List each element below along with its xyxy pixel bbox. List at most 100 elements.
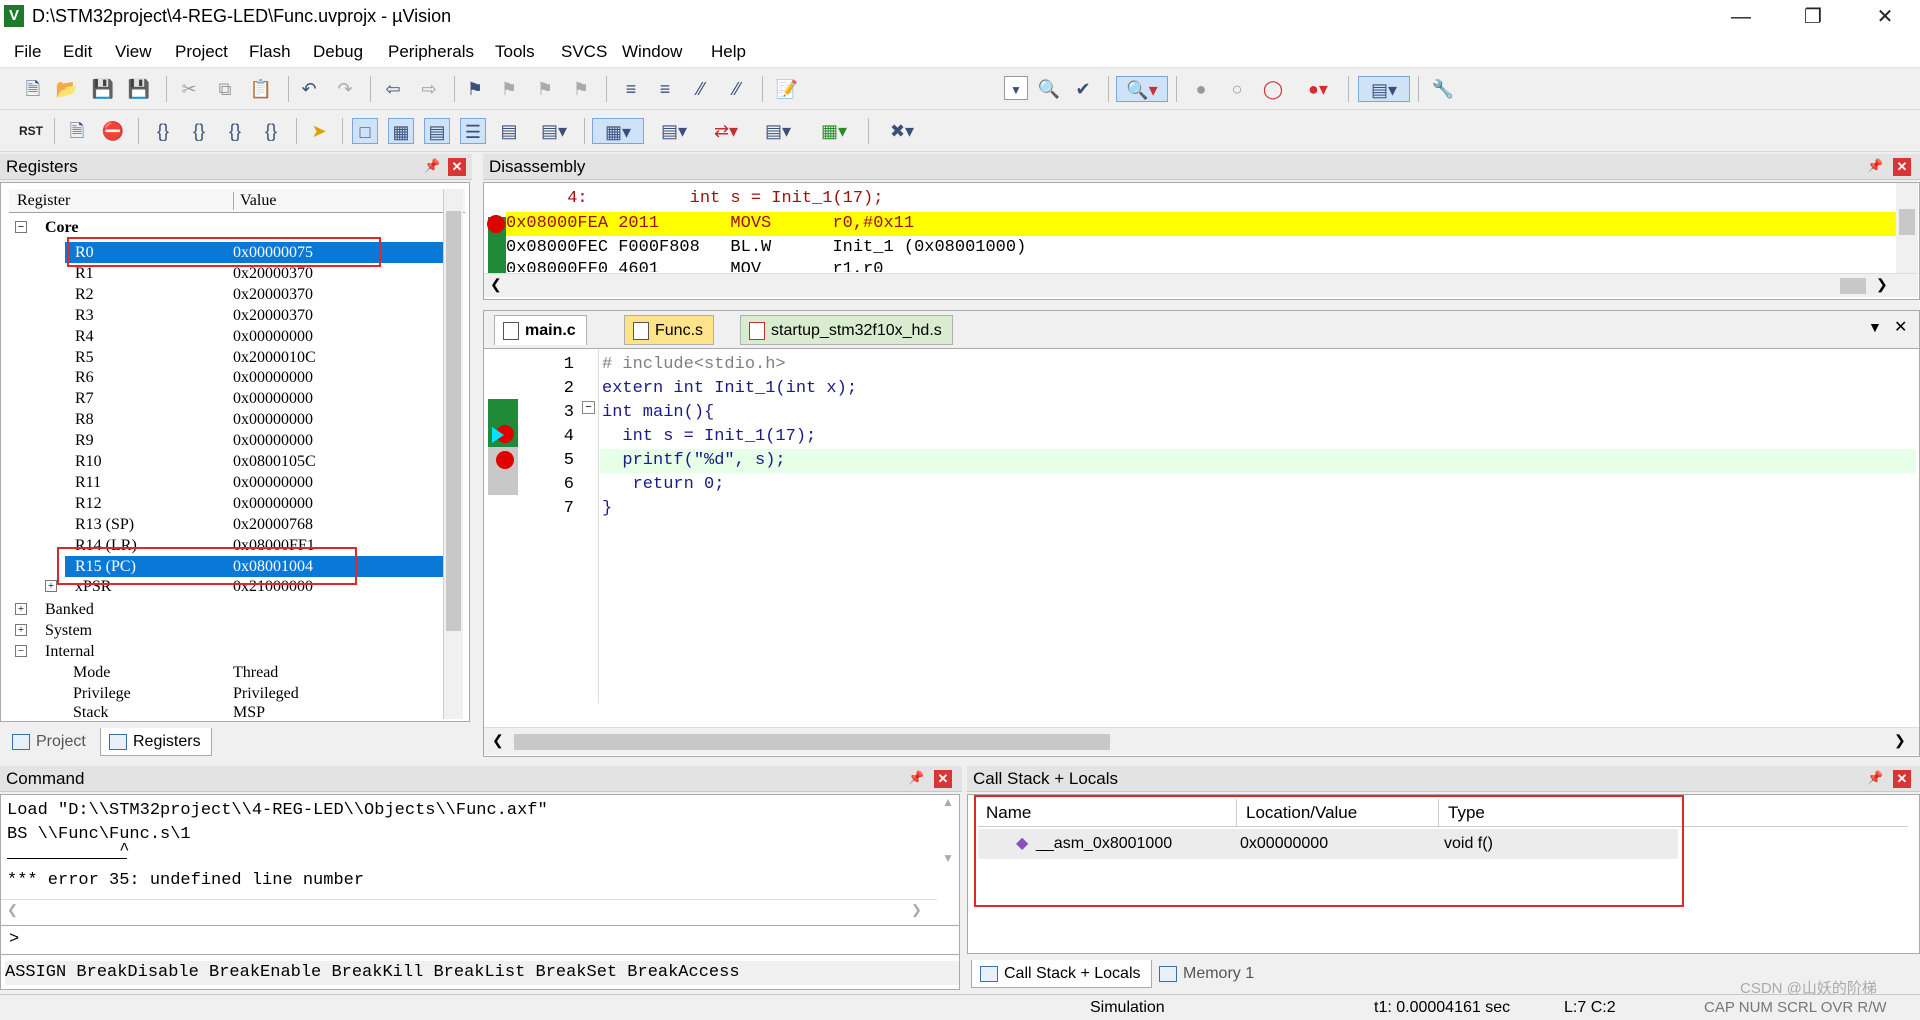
command-vscroll[interactable]: ▲ ▼ bbox=[937, 795, 959, 899]
menu-edit[interactable]: Edit bbox=[63, 42, 92, 62]
breakpoint-icon[interactable] bbox=[487, 215, 505, 233]
save-all-icon[interactable]: 💾 bbox=[126, 76, 152, 102]
close-panel-icon[interactable]: ✕ bbox=[1893, 770, 1911, 788]
group-banked[interactable]: + Banked bbox=[9, 599, 443, 620]
register-row-r7[interactable]: R7 0x00000000 bbox=[65, 388, 443, 409]
breakpoint-enable-icon[interactable]: ○ bbox=[1224, 76, 1250, 102]
indent-icon[interactable]: ≡ bbox=[618, 76, 644, 102]
minimize-icon[interactable]: — bbox=[1712, 0, 1770, 34]
tab-main-c[interactable]: main.c bbox=[494, 315, 587, 345]
menu-peripherals[interactable]: Peripherals bbox=[388, 42, 474, 62]
collapse-icon[interactable]: − bbox=[15, 645, 27, 657]
tab-callstack[interactable]: Call Stack + Locals bbox=[971, 960, 1152, 988]
window-layout-icon[interactable]: ▤▾ bbox=[1358, 76, 1410, 102]
redo-icon[interactable]: ↷ bbox=[332, 76, 358, 102]
register-row-r4[interactable]: R4 0x00000000 bbox=[65, 326, 443, 347]
command-hscroll[interactable]: ❮ ❯ bbox=[1, 899, 937, 921]
pin-icon[interactable]: 📌 bbox=[1867, 158, 1883, 174]
menu-help[interactable]: Help bbox=[711, 42, 746, 62]
call-stack-window-icon[interactable]: ▤ bbox=[496, 118, 522, 144]
registers-window-icon[interactable]: ☰ bbox=[460, 118, 486, 144]
disasm-vscroll[interactable] bbox=[1896, 183, 1918, 273]
register-row-r8[interactable]: R8 0x00000000 bbox=[65, 409, 443, 430]
menu-project[interactable]: Project bbox=[175, 42, 228, 62]
undo-icon[interactable]: ↶ bbox=[296, 76, 322, 102]
dropdown-icon[interactable]: ▼ bbox=[1004, 76, 1028, 100]
register-row-r11[interactable]: R11 0x00000000 bbox=[65, 472, 443, 493]
register-row-r2[interactable]: R2 0x20000370 bbox=[65, 284, 443, 305]
step-into-icon[interactable]: {} bbox=[150, 118, 176, 144]
code-line[interactable]: } bbox=[602, 497, 612, 521]
step-out-icon[interactable]: {} bbox=[222, 118, 248, 144]
close-panel-icon[interactable]: ✕ bbox=[1893, 158, 1911, 176]
asm-line[interactable]: 0x08000FEA 2011 MOVS r0,#0x11 bbox=[506, 212, 914, 236]
register-row[interactable]: Privilege Privileged bbox=[9, 683, 443, 704]
trace-windows-icon[interactable]: ▤▾ bbox=[756, 118, 800, 144]
register-row-r3[interactable]: R3 0x20000370 bbox=[65, 305, 443, 326]
system-viewer-icon[interactable]: ▦▾ bbox=[812, 118, 856, 144]
disassembly-window-icon[interactable]: ▦ bbox=[388, 118, 414, 144]
breakpoint-icon[interactable] bbox=[496, 451, 514, 469]
bookmark-prev-icon[interactable]: ⚑ bbox=[496, 76, 522, 102]
menu-window[interactable]: Window bbox=[622, 42, 682, 62]
tab-memory[interactable]: Memory 1 bbox=[1151, 960, 1264, 988]
code-line[interactable]: int s = Init_1(17); bbox=[602, 425, 816, 449]
group-system[interactable]: + System bbox=[9, 620, 443, 641]
register-row-r6[interactable]: R6 0x00000000 bbox=[65, 367, 443, 388]
register-row-r13[interactable]: R13 (SP) 0x20000768 bbox=[65, 514, 443, 535]
command-window-icon[interactable]: □ bbox=[352, 118, 378, 144]
reset-icon[interactable]: RST bbox=[18, 118, 44, 144]
serial-windows-icon[interactable]: ▤▾ bbox=[652, 118, 696, 144]
menu-view[interactable]: View bbox=[115, 42, 152, 62]
menu-flash[interactable]: Flash bbox=[249, 42, 291, 62]
breakpoint-insert-icon[interactable]: ● bbox=[1188, 76, 1214, 102]
step-over-icon[interactable]: {} bbox=[186, 118, 212, 144]
unindent-icon[interactable]: ≡ bbox=[652, 76, 678, 102]
configure-icon[interactable]: 🔧 bbox=[1430, 76, 1456, 102]
run-icon[interactable]: 🗎 bbox=[64, 118, 90, 144]
code-line[interactable]: int main(){ bbox=[602, 401, 714, 425]
close-panel-icon[interactable]: ✕ bbox=[448, 158, 466, 176]
stop-icon[interactable]: ⛔ bbox=[100, 118, 126, 144]
collapse-icon[interactable]: − bbox=[15, 221, 27, 233]
copy-icon[interactable]: ⧉ bbox=[212, 76, 238, 102]
command-input[interactable]: > bbox=[1, 925, 959, 955]
menu-svcs[interactable]: SVCS bbox=[561, 42, 607, 62]
save-icon[interactable]: 💾 bbox=[90, 76, 116, 102]
pin-icon[interactable]: 📌 bbox=[424, 158, 440, 174]
comment-icon[interactable]: ⁄⁄ bbox=[688, 76, 714, 102]
new-file-icon[interactable]: 🗎 bbox=[20, 76, 46, 102]
registers-scrollbar[interactable] bbox=[443, 189, 463, 719]
pin-icon[interactable]: 📌 bbox=[1867, 770, 1883, 786]
code-line[interactable]: # include<stdio.h> bbox=[602, 353, 786, 377]
run-to-cursor-icon[interactable]: {} bbox=[258, 118, 284, 144]
asm-line[interactable]: 0x08000FF0 4601 MOV r1,r0 bbox=[506, 258, 883, 272]
menu-tools[interactable]: Tools bbox=[495, 42, 535, 62]
fold-icon[interactable]: − bbox=[582, 401, 595, 414]
disasm-hscroll[interactable]: ❮ ❯ bbox=[484, 273, 1918, 297]
code-line[interactable]: printf("%d", s); bbox=[602, 449, 785, 473]
watch-windows-icon[interactable]: ▤▾ bbox=[532, 118, 576, 144]
uncomment-icon[interactable]: ⁄⁄ bbox=[724, 76, 750, 102]
start-debug-icon[interactable]: 🔍▾ bbox=[1116, 76, 1168, 102]
close-panel-icon[interactable]: ✕ bbox=[934, 770, 952, 788]
tab-project[interactable]: Project bbox=[4, 728, 96, 756]
symbols-window-icon[interactable]: ▤ bbox=[424, 118, 450, 144]
tab-list-icon[interactable]: ▼ bbox=[1868, 319, 1882, 335]
register-row-r5[interactable]: R5 0x2000010C bbox=[65, 347, 443, 368]
expand-icon[interactable]: + bbox=[15, 624, 27, 636]
bookmark-icon[interactable]: ⚑ bbox=[462, 76, 488, 102]
toolbox-icon[interactable]: ✖▾ bbox=[880, 118, 924, 144]
find-in-files-icon[interactable]: 📝 bbox=[774, 76, 800, 102]
asm-line[interactable]: 0x08000FEC F000F808 BL.W Init_1 (0x08001… bbox=[506, 236, 1026, 260]
editor-hscroll[interactable]: ❮ ❯ bbox=[484, 727, 1919, 755]
menu-file[interactable]: File bbox=[14, 42, 41, 62]
menu-debug[interactable]: Debug bbox=[313, 42, 363, 62]
restore-icon[interactable]: ❐ bbox=[1784, 0, 1842, 34]
register-row[interactable]: Mode Thread bbox=[9, 662, 443, 683]
register-row[interactable]: Stack MSP bbox=[9, 702, 443, 720]
register-row-r9[interactable]: R9 0x00000000 bbox=[65, 430, 443, 451]
memory-windows-icon[interactable]: ▦▾ bbox=[592, 118, 644, 144]
scroll-thumb[interactable] bbox=[446, 211, 461, 631]
close-icon[interactable]: ✕ bbox=[1856, 0, 1914, 34]
